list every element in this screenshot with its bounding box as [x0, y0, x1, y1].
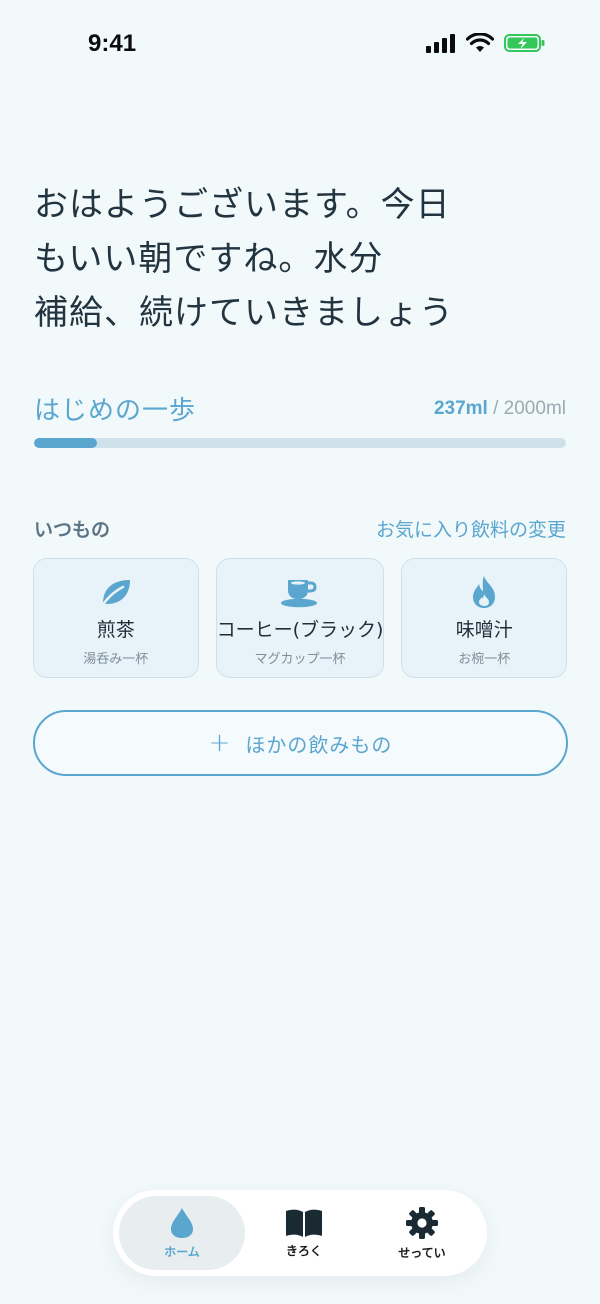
signal-icon	[426, 34, 455, 53]
favorite-drinks: 煎茶 湯呑み一杯 コーヒー(ブラック) マグカップ一杯 味噌汁 お椀一杯	[33, 558, 568, 678]
plus-icon: +	[208, 728, 232, 758]
greeting-line: おはようございます。今日	[34, 185, 451, 225]
tab-label: ホーム	[164, 1244, 200, 1259]
progress-fill	[34, 438, 98, 448]
tab-home[interactable]: ホーム	[119, 1196, 245, 1270]
status-icons	[426, 33, 546, 53]
flame-icon	[470, 575, 498, 609]
book-icon	[285, 1209, 322, 1237]
tab-label: きろく	[285, 1243, 322, 1258]
other-drinks-label: ほかの飲みもの	[245, 732, 393, 757]
progress-amount: 237ml / 2000ml	[434, 398, 566, 420]
tab-label: せってい	[398, 1245, 446, 1260]
progress-title: はじめの一歩	[34, 396, 197, 426]
favorite-card-sencha[interactable]: 煎茶 湯呑み一杯	[33, 558, 199, 678]
current-intake: 237ml	[433, 398, 488, 419]
coffee-cup-icon	[280, 575, 320, 609]
tab-records[interactable]: きろく	[245, 1196, 363, 1270]
favorites-label: いつもの	[34, 519, 111, 541]
drink-name: 煎茶	[96, 619, 135, 641]
greeting-message: おはようございます。今日 もいい朝ですね。水分 補給、続けていきましょう	[34, 178, 494, 340]
amount-separator: /	[487, 398, 504, 419]
status-time: 9:41	[88, 30, 137, 57]
daily-goal: 2000ml	[503, 398, 566, 419]
drink-name: コーヒー(ブラック)	[216, 619, 384, 641]
favorite-card-miso-soup[interactable]: 味噌汁 お椀一杯	[401, 558, 568, 678]
tab-bar: ホーム きろく せってい	[113, 1190, 487, 1276]
drink-name: 味噌汁	[455, 619, 513, 641]
favorite-card-coffee[interactable]: コーヒー(ブラック) マグカップ一杯	[215, 558, 385, 678]
drink-serving: 湯呑み一杯	[83, 652, 149, 667]
gear-icon	[405, 1206, 438, 1239]
greeting-line: 補給、続けていきましょう	[34, 293, 454, 333]
wifi-icon	[466, 33, 494, 52]
drink-serving: マグカップ一杯	[254, 652, 346, 667]
leaf-icon	[99, 575, 133, 609]
progress-bar	[34, 438, 566, 448]
drop-icon	[170, 1207, 193, 1238]
drink-serving: お椀一杯	[458, 652, 511, 667]
change-favorites-link[interactable]: お気に入り飲料の変更	[376, 515, 566, 542]
status-bar: 9:41	[0, 0, 600, 90]
battery-icon	[504, 34, 545, 52]
greeting-line: もいい朝ですね。水分	[34, 239, 384, 279]
other-drinks-button[interactable]: + ほかの飲みもの	[33, 710, 568, 776]
tab-settings[interactable]: せってい	[363, 1196, 481, 1270]
